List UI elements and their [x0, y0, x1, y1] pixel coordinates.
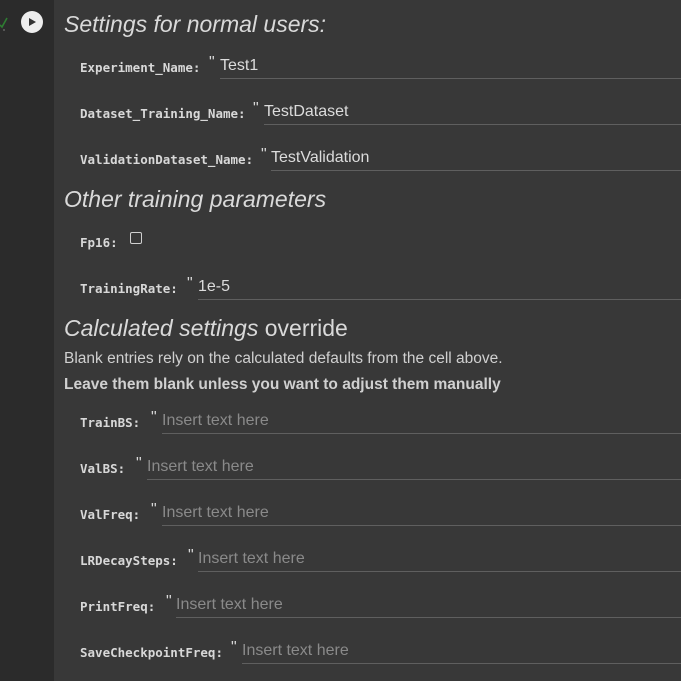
val-freq-input[interactable]	[162, 501, 681, 526]
string-quote: "	[166, 593, 172, 610]
experiment-name-input[interactable]	[220, 54, 681, 79]
save-checkpoint-freq-input[interactable]	[242, 639, 681, 664]
override-text: override	[258, 315, 348, 341]
training-rate-input[interactable]	[198, 275, 681, 300]
fp16-checkbox[interactable]	[130, 232, 142, 244]
train-bs-input[interactable]	[162, 409, 681, 434]
save-checkpoint-freq-label: SaveCheckpointFreq:	[80, 645, 223, 660]
form-cell: Settings for normal users: Experiment_Na…	[54, 0, 681, 681]
print-freq-input[interactable]	[176, 593, 681, 618]
string-quote: "	[151, 501, 157, 518]
string-quote: "	[261, 146, 267, 163]
string-quote: "	[151, 409, 157, 426]
val-bs-row: ValBS: "	[80, 455, 681, 483]
leave-blank-description: Leave them blank unless you want to adju…	[64, 376, 501, 393]
save-checkpoint-freq-row: SaveCheckpointFreq: "	[80, 639, 681, 667]
validation-dataset-name-label: ValidationDataset_Name:	[80, 152, 254, 167]
experiment-name-label: Experiment_Name:	[80, 60, 201, 75]
validation-dataset-name-input[interactable]	[271, 146, 681, 171]
checkmark-icon	[0, 17, 8, 31]
validation-dataset-name-row: ValidationDataset_Name: "	[80, 146, 681, 174]
val-bs-label: ValBS:	[80, 461, 126, 476]
print-freq-label: PrintFreq:	[80, 599, 156, 614]
train-bs-label: TrainBS:	[80, 415, 141, 430]
lr-decay-steps-label: LRDecaySteps:	[80, 553, 178, 568]
val-freq-label: ValFreq:	[80, 507, 141, 522]
string-quote: "	[231, 639, 237, 656]
dataset-training-name-label: Dataset_Training_Name:	[80, 106, 246, 121]
settings-heading: Settings for normal users:	[64, 11, 327, 37]
string-quote: "	[209, 54, 215, 71]
string-quote: "	[188, 547, 194, 564]
train-bs-row: TrainBS: "	[80, 409, 681, 437]
play-icon	[29, 18, 36, 26]
training-rate-row: TrainingRate: "	[80, 275, 681, 303]
lr-decay-steps-input[interactable]	[198, 547, 681, 572]
calculated-settings-italic: Calculated settings	[64, 315, 259, 341]
fp16-label: Fp16:	[80, 235, 118, 250]
print-freq-row: PrintFreq: "	[80, 593, 681, 621]
dataset-training-name-input[interactable]	[264, 100, 681, 125]
calculated-settings-heading: Calculated settings override	[64, 315, 348, 342]
string-quote: "	[136, 455, 142, 472]
lr-decay-steps-row: LRDecaySteps: "	[80, 547, 681, 575]
fp16-row: Fp16:	[80, 229, 681, 257]
string-quote: "	[253, 100, 259, 117]
val-bs-input[interactable]	[147, 455, 681, 480]
training-rate-label: TrainingRate:	[80, 281, 178, 296]
run-cell-button[interactable]	[21, 11, 43, 33]
val-freq-row: ValFreq: "	[80, 501, 681, 529]
dataset-training-name-row: Dataset_Training_Name: "	[80, 100, 681, 128]
training-params-heading: Other training parameters	[64, 186, 327, 212]
experiment-name-row: Experiment_Name: "	[80, 54, 681, 82]
string-quote: "	[187, 275, 193, 292]
blank-entries-description: Blank entries rely on the calculated def…	[64, 350, 503, 367]
cell-gutter	[0, 0, 54, 681]
